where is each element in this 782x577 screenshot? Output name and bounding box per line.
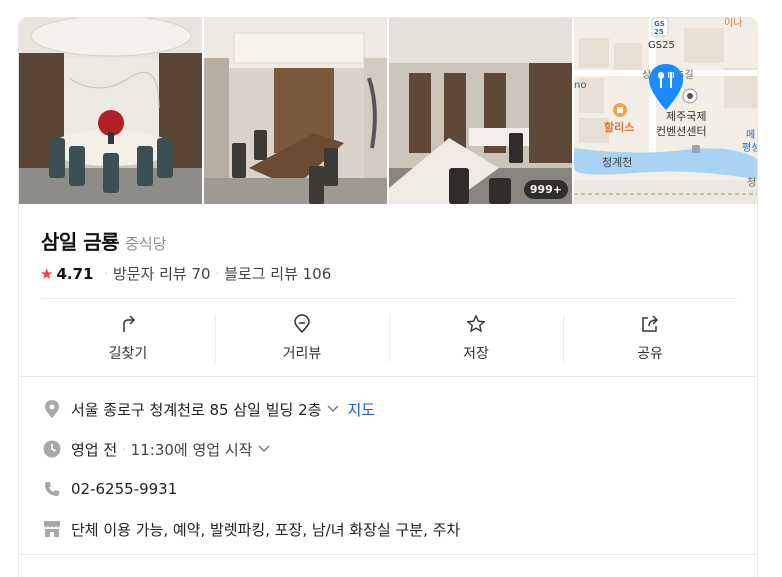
photo-round-table[interactable] <box>19 18 202 204</box>
title-row: 삼일 금룡 중식당 <box>41 226 166 255</box>
hours-row: 영업 전 · 11:30에 영업 시작 <box>41 429 741 469</box>
location-pin-icon <box>41 400 63 418</box>
phone-icon <box>41 481 63 497</box>
photo-long-table[interactable] <box>204 18 387 204</box>
share-icon <box>642 315 659 332</box>
hours-status: 영업 전 <box>71 440 118 459</box>
directions-icon <box>123 315 136 332</box>
separator-dot: · <box>122 442 126 456</box>
place-category: 중식당 <box>125 235 167 253</box>
divider <box>19 554 757 555</box>
map-label-corner: 이나 <box>724 18 742 29</box>
directions-button[interactable]: 길찾기 <box>41 310 215 370</box>
share-button[interactable]: 공유 <box>563 310 737 370</box>
map-link[interactable]: 지도 <box>347 399 375 420</box>
separator-dot: · <box>215 267 220 280</box>
streetview-pin-icon <box>294 314 310 334</box>
separator-dot: · <box>104 267 108 280</box>
share-label: 공유 <box>637 346 663 362</box>
map-label-gs: GS <box>654 20 665 28</box>
amenities-row: 단체 이용 가능, 예약, 발렛파킹, 포장, 남/녀 화장실 구분, 주차 <box>41 509 741 549</box>
save-button[interactable]: 저장 <box>389 310 563 370</box>
address-text: 서울 종로구 청계천로 85 삼일 빌딩 2층 <box>71 400 322 419</box>
phone-number[interactable]: 02-6255-9931 <box>71 480 177 498</box>
chevron-down-icon[interactable] <box>258 442 270 456</box>
map-label-pyeong: 평성 <box>742 142 758 154</box>
blog-reviews-link[interactable]: 블로그 리뷰 106 <box>224 263 331 284</box>
map-label-jeju: 제주국제 <box>666 110 706 123</box>
map-label-no: no <box>574 80 586 91</box>
divider <box>19 376 757 377</box>
star-outline-icon <box>466 314 486 333</box>
hours-detail: 11:30에 영업 시작 <box>130 440 253 459</box>
map-label-cheong: 청 <box>747 177 756 189</box>
streetview-button[interactable]: 거리뷰 <box>215 310 389 370</box>
map-label-convention: 컨벤션센터 <box>656 125 707 138</box>
amenities-text: 단체 이용 가능, 예약, 발렛파킹, 포장, 남/녀 화장실 구분, 주차 <box>71 520 461 539</box>
photo-strip: 999+ GS 25 GS25 이나 no 상 5길 할리스 제주국제 컨벤션센… <box>19 18 758 204</box>
chevron-down-icon[interactable] <box>327 402 339 416</box>
map-label-cheonggyecheon: 청계천 <box>602 155 632 169</box>
photo-count-badge[interactable]: 999+ <box>523 180 568 199</box>
place-card: 999+ GS 25 GS25 이나 no 상 5길 할리스 제주국제 컨벤션센… <box>18 17 758 577</box>
map-thumbnail[interactable]: GS 25 GS25 이나 no 상 5길 할리스 제주국제 컨벤션센터 청계천… <box>574 18 758 204</box>
store-icon <box>41 521 63 537</box>
phone-row: 02-6255-9931 <box>41 469 741 509</box>
divider <box>41 298 737 299</box>
action-bar: 길찾기 거리뷰 저장 공유 <box>41 310 737 370</box>
directions-label: 길찾기 <box>108 346 148 362</box>
streetview-label: 거리뷰 <box>282 346 322 362</box>
place-name[interactable]: 삼일 금룡 <box>41 226 120 255</box>
rating-row: ★ 4.71 · 방문자 리뷰 70 · 블로그 리뷰 106 <box>40 263 331 284</box>
save-label: 저장 <box>463 346 489 362</box>
star-icon: ★ <box>40 264 54 283</box>
address-row: 서울 종로구 청계천로 85 삼일 빌딩 2층 지도 <box>41 389 741 429</box>
rating-value: 4.71 <box>56 264 94 283</box>
map-label-gs25: GS25 <box>648 40 675 51</box>
clock-icon <box>41 440 63 458</box>
map-label-hollys: 할리스 <box>604 120 634 134</box>
photo-private-room[interactable]: 999+ <box>389 18 572 204</box>
visitor-reviews-link[interactable]: 방문자 리뷰 70 <box>113 263 211 284</box>
map-label-me: 메 <box>746 129 755 141</box>
info-section: 서울 종로구 청계천로 85 삼일 빌딩 2층 지도 영업 전 · 11:30에… <box>41 389 741 549</box>
map-label-25: 25 <box>654 28 664 36</box>
